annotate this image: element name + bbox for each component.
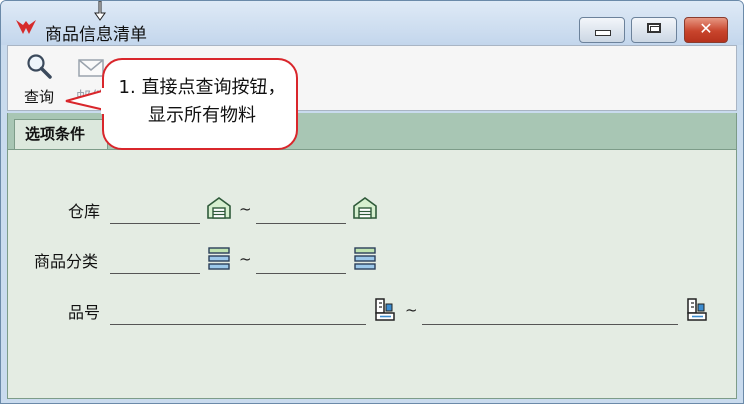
range-separator: ~ (405, 301, 418, 319)
query-button[interactable]: 查询 (20, 52, 58, 108)
window-title: 商品信息清单 (45, 25, 147, 45)
list-icon[interactable] (206, 245, 232, 271)
app-logo-icon (16, 20, 36, 34)
warehouse-icon[interactable] (206, 195, 232, 221)
maximize-icon (647, 23, 661, 33)
warehouse-to-input[interactable] (256, 202, 346, 224)
minimize-button[interactable] (579, 17, 625, 43)
maximize-button[interactable] (631, 17, 677, 43)
range-separator: ~ (239, 250, 252, 268)
tab-options[interactable]: 选项条件 (14, 119, 109, 150)
category-label: 商品分类 (34, 252, 99, 271)
options-panel: 仓库 ~ 商品分类 ~ 品号 ~ (7, 149, 737, 399)
warehouse-label: 仓库 (68, 202, 101, 221)
title-bar[interactable]: 商品信息清单 ✕ (1, 1, 743, 45)
list-icon[interactable] (352, 245, 378, 271)
item-no-label: 品号 (68, 303, 101, 322)
cursor-icon (94, 1, 106, 21)
item-no-to-input[interactable] (422, 303, 678, 325)
search-icon (27, 54, 52, 79)
category-from-input[interactable] (110, 252, 200, 274)
item-no-from-input[interactable] (110, 303, 366, 325)
app-window: 商品信息清单 ✕ 查询 邮件 选项条件 仓库 (0, 0, 744, 404)
tutorial-callout: 1. 直接点查询按钮，显示所有物料 (102, 58, 298, 150)
item-lookup-icon[interactable] (684, 296, 710, 322)
range-separator: ~ (239, 200, 252, 218)
warehouse-from-input[interactable] (110, 202, 200, 224)
close-button[interactable]: ✕ (684, 17, 728, 43)
item-lookup-icon[interactable] (372, 296, 398, 322)
category-to-input[interactable] (256, 252, 346, 274)
warehouse-icon[interactable] (352, 195, 378, 221)
close-icon: ✕ (699, 19, 713, 38)
callout-pointer-mask (101, 88, 107, 114)
minimize-icon (595, 30, 611, 36)
callout-text: 1. 直接点查询按钮，显示所有物料 (118, 77, 286, 126)
query-label: 查询 (23, 88, 54, 106)
